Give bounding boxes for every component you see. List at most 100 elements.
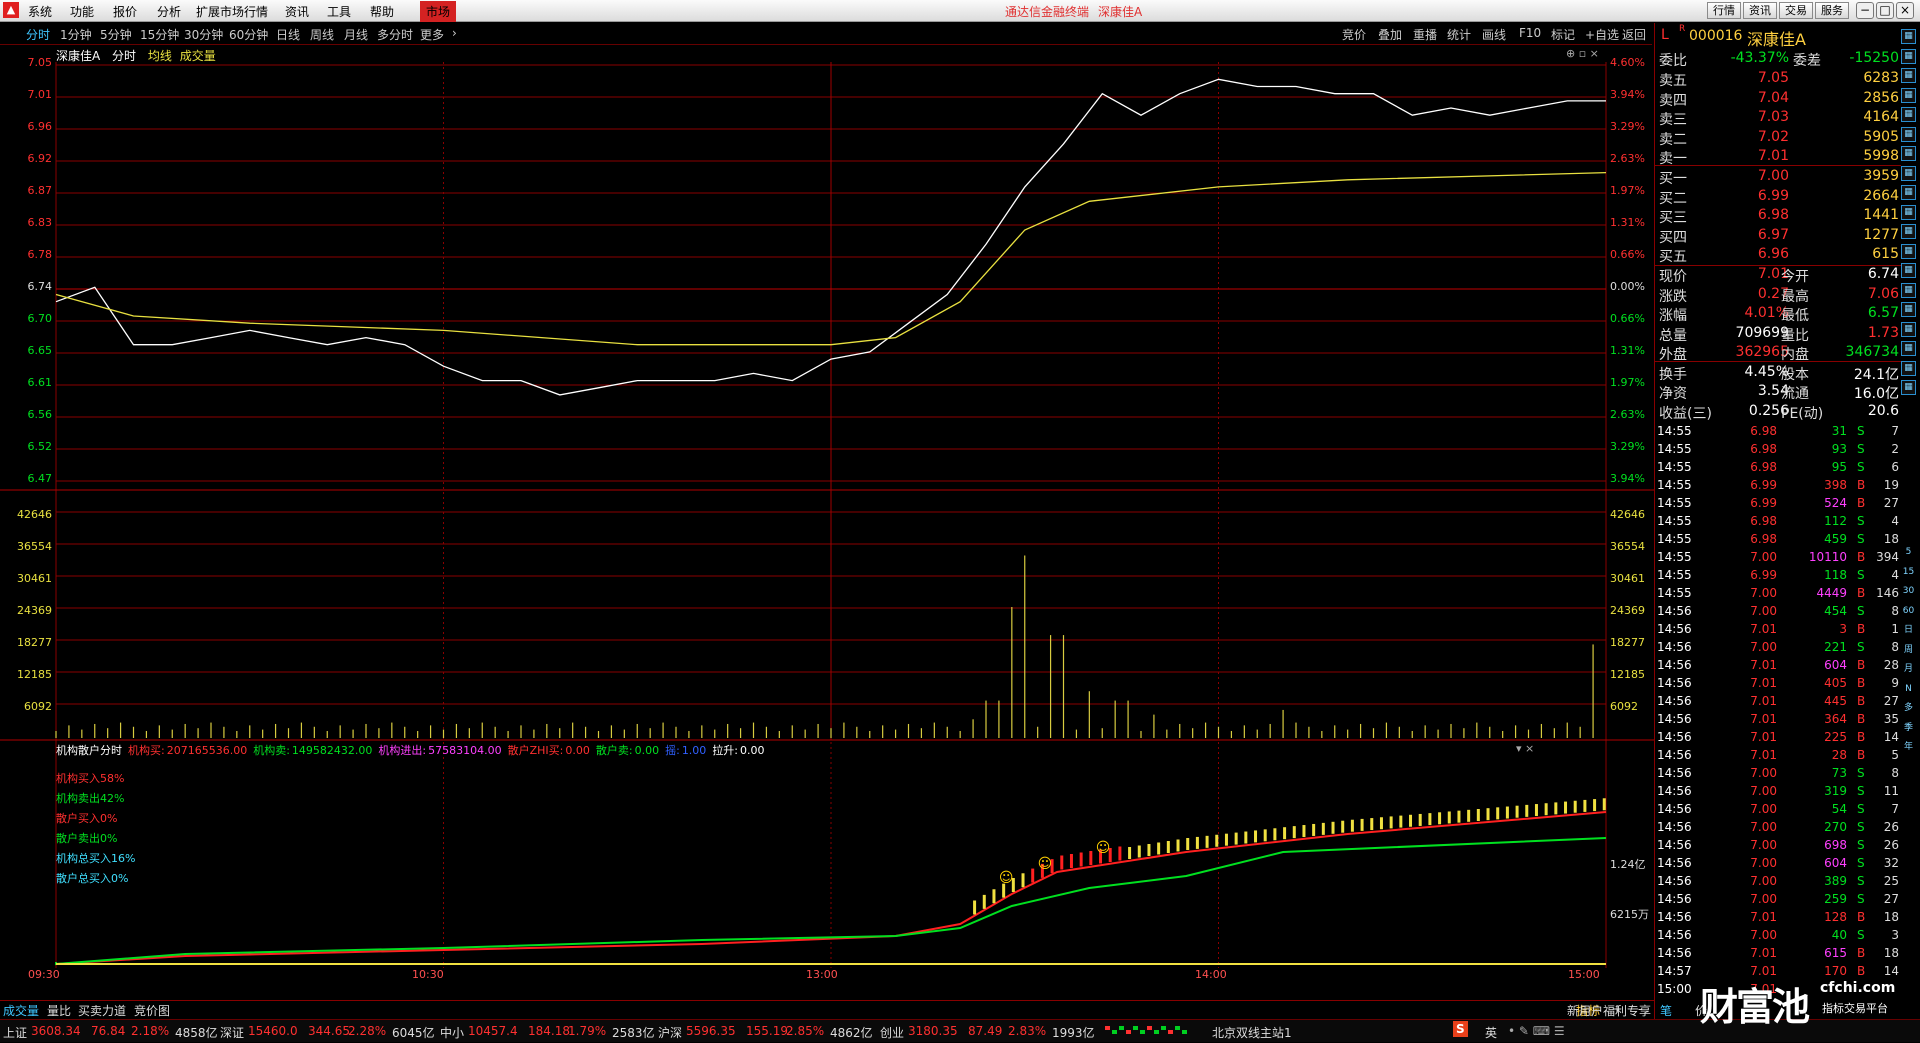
promo-link[interactable]: 新用户福利专享 [1567,1002,1651,1019]
menu-2[interactable]: 报价 [113,3,137,20]
side-tool-icon[interactable]: ▦ [1901,146,1916,161]
side-tool-icon[interactable]: ▦ [1901,126,1916,142]
side-tool-icon[interactable]: ▦ [1901,263,1916,278]
bottom-tab-2[interactable]: 买卖力道 [78,1002,126,1019]
side-tool-icon[interactable]: ▦ [1901,185,1916,200]
tick-price: 7.01 [1750,658,1777,672]
period-tab-3[interactable]: 15分钟 [140,26,179,43]
minimize-icon[interactable]: − [1856,2,1874,19]
menu-7[interactable]: 帮助 [370,3,394,20]
side-tool-icon[interactable]: ▦ [1901,321,1916,337]
tick-count: 27 [1883,496,1899,510]
period-shortcut-icon[interactable]: 日 [1901,623,1916,638]
bottom-tab-1[interactable]: 量比 [47,1002,71,1019]
menu-1[interactable]: 功能 [70,3,94,20]
server-label[interactable]: 北京双线主站1 [1212,1024,1292,1041]
menu-3[interactable]: 分析 [157,3,181,20]
index-amount: 6045亿 [392,1026,435,1040]
tick-side: S [1857,838,1865,852]
chart-tool-1[interactable]: 叠加 [1378,26,1402,43]
period-shortcut-icon[interactable]: N [1901,681,1916,697]
period-shortcut-icon[interactable]: 季 [1901,720,1916,736]
menu-4[interactable]: 扩展市场行情 [196,3,268,20]
period-shortcut-icon[interactable]: 15 [1901,564,1916,580]
chart-tool-2[interactable]: 重播 [1413,26,1437,43]
top-right-button-0[interactable]: 行情 [1707,2,1741,19]
period-tab-8[interactable]: 月线 [344,26,368,43]
period-tab-4[interactable]: 30分钟 [184,26,223,43]
tick-volume: 221 [1824,640,1847,654]
ime-logo-icon[interactable]: S [1453,1021,1468,1037]
chart-tool-0[interactable]: 竞价 [1342,26,1366,43]
side-tool-icon[interactable]: ▦ [1901,107,1916,122]
ime-tools-icon[interactable]: • ✎ ⌨ ☰ [1508,1024,1565,1038]
chart-tool-3[interactable]: 统计 [1447,26,1471,43]
pulse-bar [1312,823,1316,836]
chart-tool-8[interactable]: 返回 [1622,26,1646,43]
index-quote[interactable]: 上证 3608.34 76.84 2.18% 4858亿 [3,1020,221,1043]
period-shortcut-icon[interactable]: 5 [1901,545,1916,560]
period-shortcut-icon[interactable]: 60 [1901,603,1916,619]
side-tool-icon[interactable]: ▦ [1901,224,1916,239]
period-tab-6[interactable]: 日线 [276,26,300,43]
side-tool-icon[interactable]: ▦ [1901,341,1916,356]
indicator-menu-icon[interactable]: ▾ × [1516,742,1534,755]
side-tool-icon[interactable]: ▦ [1901,243,1916,259]
side-tool-icon[interactable]: ▦ [1901,165,1916,181]
chart-tool-6[interactable]: 标记 [1551,26,1575,43]
menu-5[interactable]: 资讯 [285,3,309,20]
side-tool-icon[interactable]: ▦ [1901,87,1916,103]
period-tab-2[interactable]: 5分钟 [100,26,132,43]
menu-0[interactable]: 系统 [28,3,52,20]
close-icon[interactable]: × [1896,2,1914,19]
top-right-button-2[interactable]: 交易 [1779,2,1813,19]
period-tab-9[interactable]: 多分时 [377,26,413,43]
brush-label[interactable]: 笔 [1660,1002,1672,1019]
side-tool-icon[interactable]: ▦ [1901,380,1916,395]
period-tab-0[interactable]: 分时 [26,26,50,43]
period-tab-1[interactable]: 1分钟 [60,26,92,43]
index-quote[interactable]: 沪深 5596.35 155.19 2.85% 4862亿 [658,1020,876,1043]
index-quote[interactable]: 创业 3180.35 87.49 2.83% 1993亿 [880,1020,1098,1043]
ask-volume: 5905 [1863,128,1899,145]
intraday-chart[interactable]: ☺ ☺ ☺ [0,62,1654,1002]
period-tab-10[interactable]: 更多 [420,26,444,43]
chart-tool-7[interactable]: +自选 [1585,26,1619,43]
top-right-button-3[interactable]: 服务 [1815,2,1849,19]
top-right-button-1[interactable]: 资讯 [1743,2,1777,19]
chart-window-icons[interactable]: ⊕ ▫ × [1566,47,1599,60]
side-tool-icon[interactable]: ▦ [1901,204,1916,220]
chart-tool-5[interactable]: F10 [1519,26,1541,40]
period-shortcut-icon[interactable]: 多 [1901,701,1916,716]
more-chevron-icon[interactable]: › [452,26,457,40]
period-tab-7[interactable]: 周线 [310,26,334,43]
index-quote[interactable]: 中小 10457.4 184.18 1.79% 2583亿 [440,1020,658,1043]
period-shortcut-icon[interactable]: 年 [1901,740,1916,755]
index-amount: 1993亿 [1052,1026,1095,1040]
side-tool-icon[interactable]: ▦ [1901,282,1916,298]
period-shortcut-icon[interactable]: 周 [1901,642,1916,658]
stat-label: 收益(三) [1659,405,1712,422]
indicator-item-label: 机构卖: [253,744,290,757]
menu-6[interactable]: 工具 [327,3,351,20]
period-shortcut-icon[interactable]: 30 [1901,584,1916,599]
side-tool-icon[interactable]: ▦ [1901,68,1916,83]
side-tool-icon[interactable]: ▦ [1901,48,1916,64]
side-tool-icon[interactable]: ▦ [1901,302,1916,317]
maximize-icon[interactable]: □ [1876,2,1894,19]
period-tab-5[interactable]: 60分钟 [229,26,268,43]
ime-mode[interactable]: 英 [1485,1024,1497,1041]
stat-row: 总量 709699 量比 1.73 [1659,325,1899,344]
index-value: 3180.35 [908,1024,958,1038]
bottom-tab-3[interactable]: 竞价图 [134,1002,170,1019]
tick-volume: 319 [1824,784,1847,798]
tick-count: 4 [1891,514,1899,528]
bottom-tab-0[interactable]: 成交量 [3,1002,39,1019]
period-shortcut-icon[interactable]: 月 [1901,662,1916,677]
market-menu[interactable]: 市场 [420,1,457,22]
chart-tool-4[interactable]: 画线 [1482,26,1506,43]
side-tool-icon[interactable]: ▦ [1901,360,1916,376]
index-quote[interactable]: 深证 15460.0 344.65 2.28% 6045亿 [220,1020,438,1043]
side-tool-icon[interactable]: ▦ [1901,29,1916,44]
indicator-title: 机构散户分时 [56,744,122,757]
